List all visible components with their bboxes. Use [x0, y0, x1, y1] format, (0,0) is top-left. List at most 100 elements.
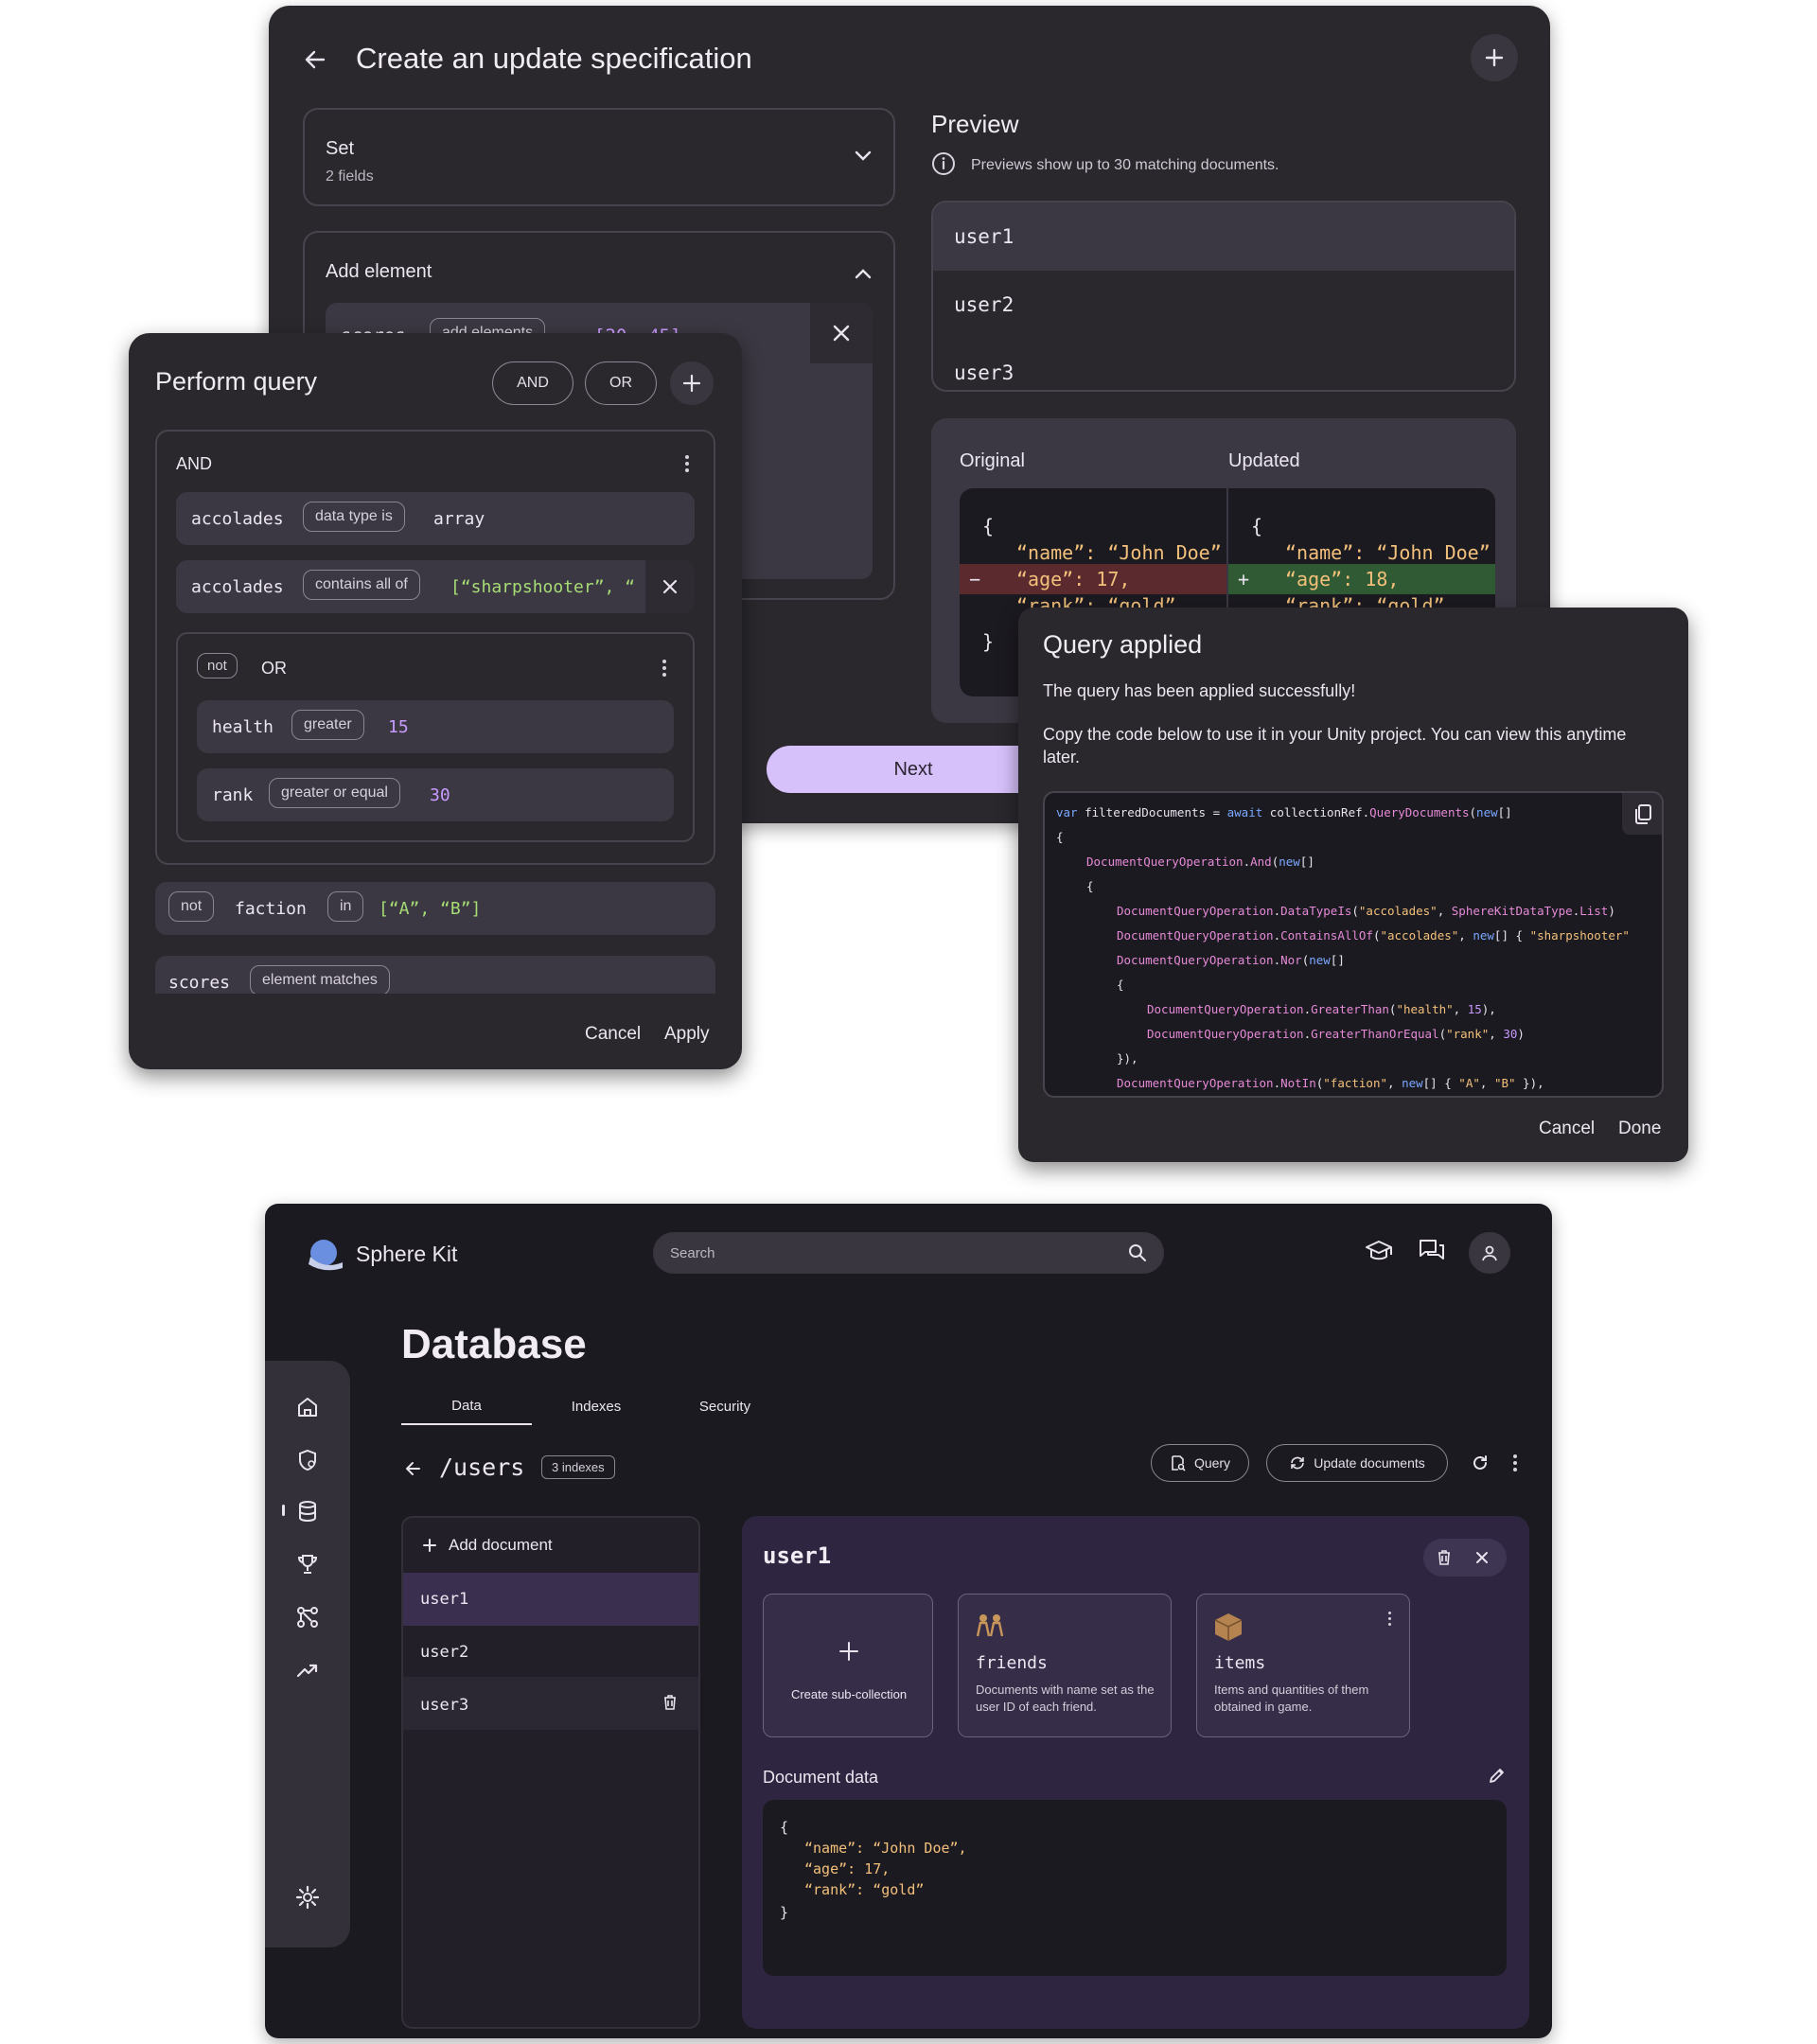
close-icon[interactable] [1474, 1550, 1490, 1565]
search-input[interactable]: Search [653, 1232, 1164, 1274]
add-button[interactable] [1471, 34, 1518, 81]
cancel-button[interactable]: Cancel [585, 1024, 641, 1045]
list-item[interactable]: user1 [403, 1573, 698, 1626]
query-applied-message: The query has been applied successfully! [1043, 681, 1356, 700]
set-field-dropdown[interactable]: Set 2 fields [303, 108, 895, 206]
set-field-label: Set [326, 138, 355, 159]
tab-data[interactable]: Data [401, 1387, 532, 1425]
nav-settings-icon[interactable] [295, 1885, 320, 1910]
nav-rail [265, 1361, 350, 1947]
plus-icon [1485, 48, 1504, 67]
sub-collection-card[interactable]: friends Documents with name set as the u… [958, 1594, 1172, 1737]
list-item[interactable]: user2 [403, 1626, 698, 1677]
not-chip[interactable]: not [197, 653, 238, 678]
back-arrow-icon[interactable] [403, 1459, 422, 1478]
query-row-clip: scores element matches [155, 956, 715, 994]
avatar[interactable] [1469, 1232, 1510, 1274]
preview-title: Preview [931, 110, 1019, 138]
nav-database-icon[interactable] [295, 1499, 320, 1524]
nav-security-icon[interactable] [295, 1448, 320, 1472]
next-button[interactable]: Next [767, 746, 1060, 793]
and-button[interactable]: AND [492, 361, 573, 405]
refresh-icon[interactable] [1471, 1454, 1490, 1472]
and-group: AND accolades data type is array accolad… [155, 430, 715, 865]
edit-icon[interactable] [1488, 1766, 1507, 1785]
query-row: not faction in [“A”, “B”] [155, 882, 715, 935]
nav-graph-icon[interactable] [295, 1605, 320, 1630]
nav-trophy-icon[interactable] [295, 1552, 320, 1577]
query-row: accolades contains all of [“sharpshooter… [176, 560, 695, 613]
perform-query-title: Perform query [155, 367, 318, 396]
more-vert-icon[interactable] [657, 657, 672, 679]
next-button-label: Next [893, 758, 933, 780]
page-title: Database [401, 1321, 587, 1367]
preview-info-text: Previews show up to 30 matching document… [971, 157, 1279, 173]
tab-indexes[interactable]: Indexes [532, 1387, 661, 1425]
perform-query-dialog: Perform query AND OR AND accolades data … [129, 333, 742, 1069]
add-document-button[interactable]: Add document [403, 1518, 698, 1573]
cancel-button[interactable]: Cancel [1539, 1119, 1595, 1139]
sub-collection-card[interactable]: items Items and quantities of them obtai… [1196, 1594, 1410, 1737]
or-group: not OR health greater 15 rank greater or… [176, 632, 695, 842]
preview-item[interactable]: user3 [933, 339, 1514, 390]
document-list: Add document user1 user2 user3 [401, 1516, 700, 2029]
group-label: AND [176, 454, 213, 473]
more-vert-icon[interactable] [1510, 1454, 1520, 1472]
query-button[interactable]: Query [1151, 1444, 1249, 1482]
plus-icon [682, 374, 701, 393]
preview-item[interactable]: user1 [933, 203, 1514, 271]
query-applied-title: Query applied [1043, 630, 1203, 659]
people-icon [974, 1612, 1006, 1640]
sync-icon [1291, 1456, 1305, 1470]
delete-icon[interactable] [662, 1694, 678, 1711]
preview-item[interactable]: user2 [933, 271, 1514, 339]
chat-icon[interactable] [1418, 1238, 1446, 1264]
plus-icon [423, 1539, 436, 1552]
nav-home-icon[interactable] [295, 1395, 320, 1419]
more-vert-icon[interactable] [679, 452, 695, 475]
query-row: rank greater or equal 30 [197, 768, 674, 821]
brand-logo [305, 1238, 346, 1272]
close-icon [833, 325, 850, 342]
create-sub-collection-card[interactable]: Create sub-collection [763, 1594, 933, 1737]
search-icon[interactable] [1128, 1243, 1147, 1262]
tab-security[interactable]: Security [661, 1387, 789, 1425]
query-row: accolades data type is array [176, 492, 695, 545]
remove-row-button[interactable] [645, 560, 695, 613]
query-icon [1172, 1455, 1186, 1471]
original-label: Original [960, 450, 1025, 471]
query-row: scores element matches [155, 956, 715, 994]
close-icon [662, 579, 678, 594]
search-placeholder: Search [670, 1245, 715, 1261]
copy-button[interactable] [1622, 793, 1662, 835]
person-icon [1482, 1245, 1497, 1261]
copy-icon [1635, 804, 1651, 824]
brand-name: Sphere Kit [356, 1242, 458, 1266]
back-arrow-icon[interactable] [303, 47, 327, 72]
document-detail: user1 Create sub-collection friends Docu… [742, 1516, 1529, 2029]
list-item[interactable]: user3 [403, 1677, 698, 1730]
update-spec-title: Create an update specification [356, 42, 752, 75]
info-icon [931, 151, 956, 176]
query-applied-dialog: Query applied The query has been applied… [1018, 608, 1688, 1162]
document-json: { “name”: “John Doe”, “age”: 17, “rank”:… [763, 1800, 1507, 1976]
or-button[interactable]: OR [585, 361, 657, 405]
document-title: user1 [763, 1542, 832, 1569]
set-field-sub: 2 fields [326, 168, 374, 185]
delete-icon[interactable] [1437, 1549, 1452, 1566]
chevron-up-icon[interactable] [854, 267, 873, 280]
done-button[interactable]: Done [1618, 1119, 1661, 1139]
nav-active-indicator [282, 1505, 285, 1516]
apply-button[interactable]: Apply [664, 1024, 710, 1045]
package-icon [1212, 1612, 1244, 1642]
add-condition-button[interactable] [670, 361, 714, 405]
update-documents-button[interactable]: Update documents [1266, 1444, 1448, 1482]
remove-row-button[interactable] [810, 303, 873, 363]
graduation-cap-icon[interactable] [1365, 1238, 1393, 1264]
indexes-badge[interactable]: 3 indexes [541, 1455, 615, 1479]
add-element-label: Add element [326, 261, 432, 282]
preview-list: user1 user2 user3 [931, 201, 1516, 392]
plus-icon [838, 1640, 860, 1663]
nav-trending-icon[interactable] [295, 1658, 320, 1683]
more-vert-icon[interactable] [1385, 1610, 1394, 1627]
